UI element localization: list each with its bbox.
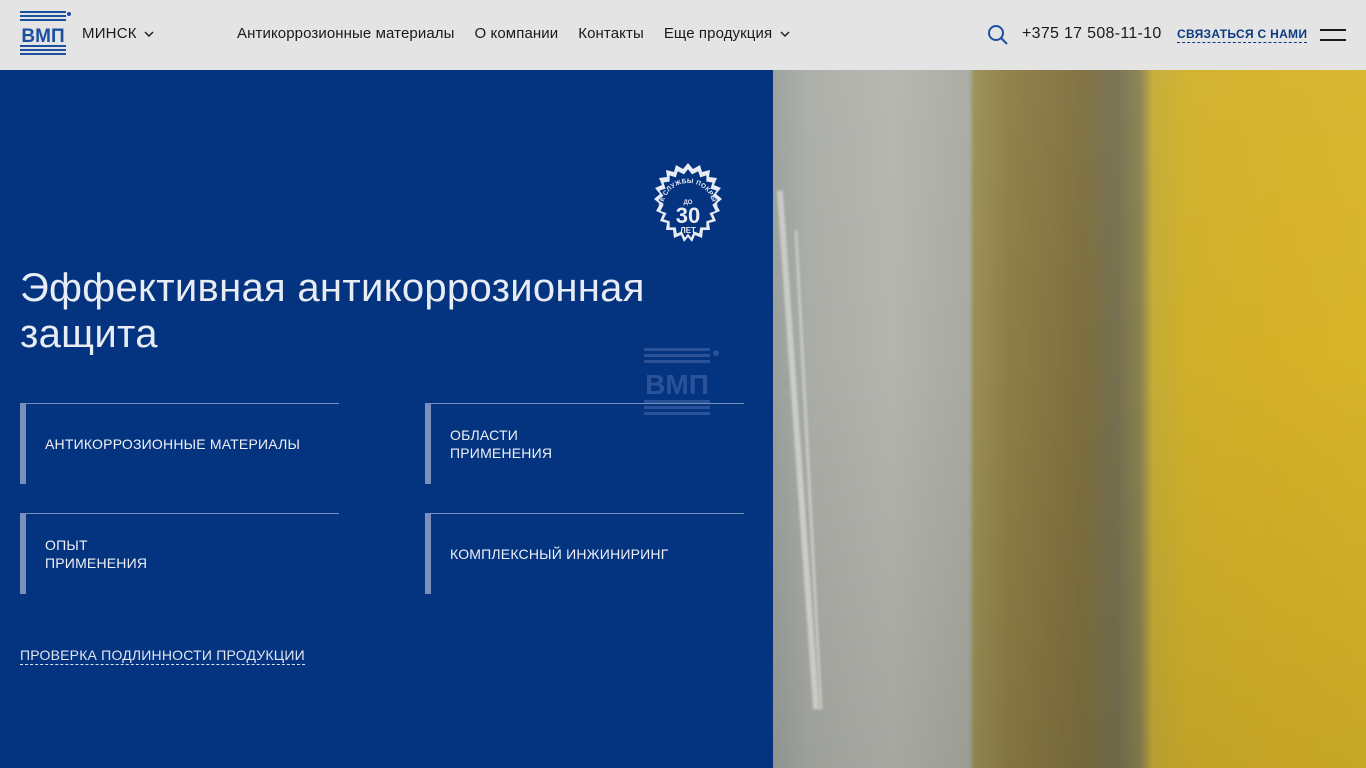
card-complex-engineering[interactable]: КОМПЛЕКСНЫЙ ИНЖИНИРИНГ xyxy=(425,513,744,594)
site-header: ВМП МИНСК Антикоррозионные материалы О к… xyxy=(0,0,1366,70)
main-nav: Антикоррозионные материалы О компании Ко… xyxy=(237,25,790,42)
card-label: АНТИКОРРОЗИОННЫЕ МАТЕРИАЛЫ xyxy=(45,436,301,452)
chevron-down-icon xyxy=(144,31,154,37)
authenticity-check-link[interactable]: ПРОВЕРКА ПОДЛИННОСТИ ПРОДУКЦИИ xyxy=(20,647,305,665)
logo-text: ВМП xyxy=(21,26,64,47)
service-life-badge-icon: СРОК СЛУЖБЫ ПОКРЫТИЙ ДО 30 ЛЕТ xyxy=(643,163,722,242)
hero-title: Эффективная антикоррозионная защита xyxy=(20,266,645,356)
search-icon[interactable] xyxy=(987,24,1009,46)
watermark-text: ВМП xyxy=(645,369,709,400)
card-label: КОМПЛЕКСНЫЙ ИНЖИНИРИНГ xyxy=(450,546,669,562)
card-label: ОПЫТ ПРИМЕНЕНИЯ xyxy=(45,537,148,571)
vmp-logo-icon[interactable]: ВМП xyxy=(20,11,72,59)
badge-unit: ЛЕТ xyxy=(680,226,696,235)
hero-panel: СРОК СЛУЖБЫ ПОКРЫТИЙ ДО 30 ЛЕТ ВМП Эффек… xyxy=(0,70,773,768)
card-application-areas[interactable]: ОБЛАСТИ ПРИМЕНЕНИЯ xyxy=(425,403,744,484)
nav-item-more-products-label: Еще продукция xyxy=(663,25,773,42)
card-accent-bar xyxy=(425,404,431,484)
nav-item-about[interactable]: О компании xyxy=(475,25,559,42)
card-label: ОБЛАСТИ ПРИМЕНЕНИЯ xyxy=(450,427,553,461)
nav-item-anticorrosion-materials[interactable]: Антикоррозионные материалы xyxy=(237,25,455,42)
nav-item-more-products[interactable]: Еще продукция xyxy=(664,25,790,42)
chevron-down-icon xyxy=(780,31,790,37)
city-label: МИНСК xyxy=(82,25,137,42)
card-accent-bar xyxy=(20,404,26,484)
hero-photo xyxy=(773,70,1366,768)
card-anticorrosion-materials[interactable]: АНТИКОРРОЗИОННЫЕ МАТЕРИАЛЫ xyxy=(20,403,339,484)
contact-us-link[interactable]: СВЯЗАТЬСЯ С НАМИ xyxy=(1177,27,1308,43)
card-accent-bar xyxy=(425,514,431,594)
card-application-experience[interactable]: ОПЫТ ПРИМЕНЕНИЯ xyxy=(20,513,339,594)
card-accent-bar xyxy=(20,514,26,594)
phone-number[interactable]: +375 17 508-11-10 xyxy=(1022,25,1162,43)
badge-number: 30 xyxy=(676,203,700,228)
burger-menu-icon[interactable] xyxy=(1320,27,1346,43)
nav-item-contacts[interactable]: Контакты xyxy=(578,25,644,42)
city-selector[interactable]: МИНСК xyxy=(82,25,154,42)
